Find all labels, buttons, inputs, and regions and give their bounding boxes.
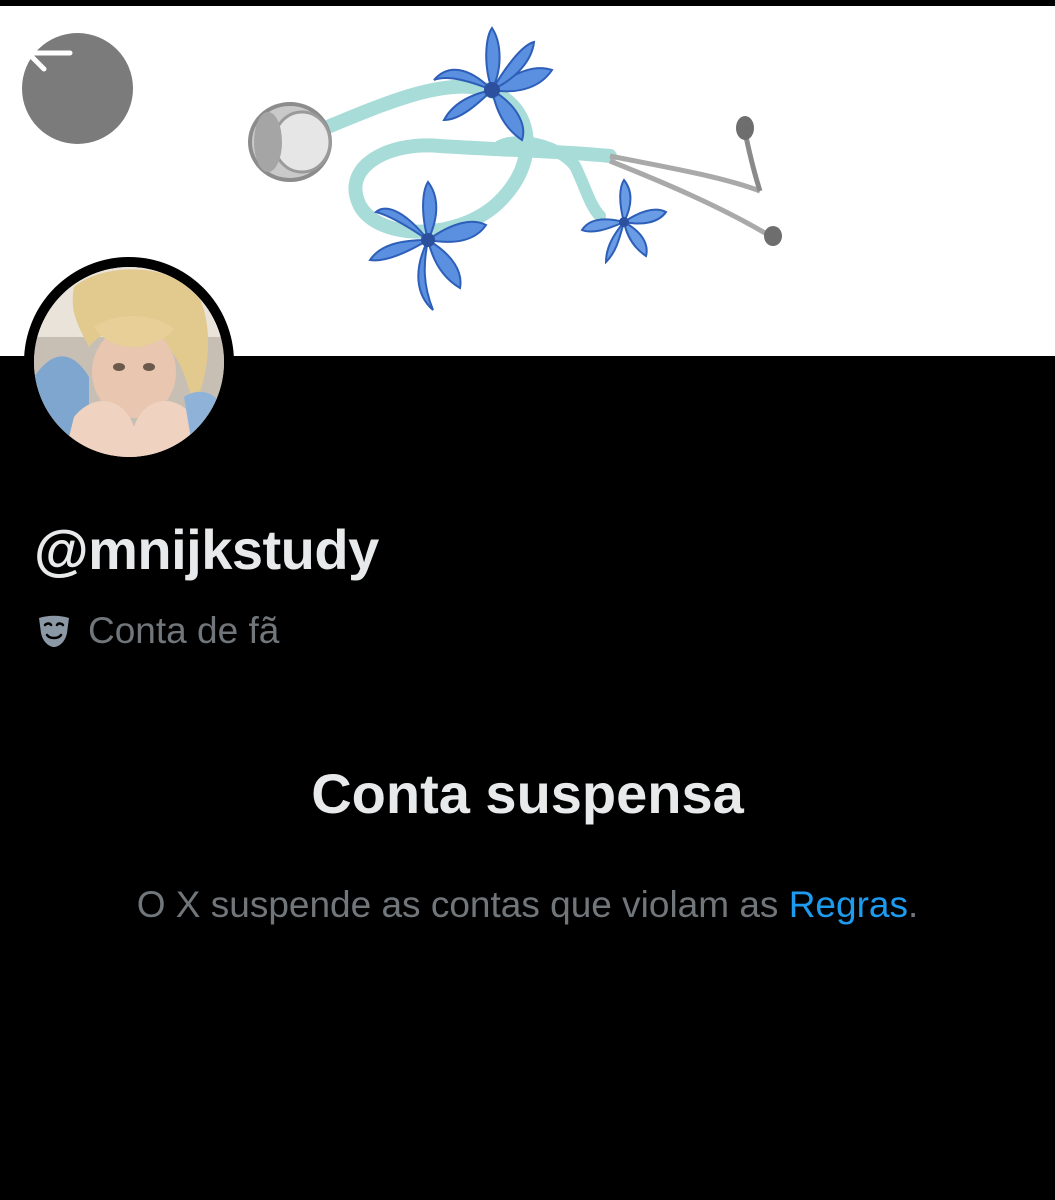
suspended-message-suffix: . — [907, 884, 919, 925]
profile-handle: @mnijkstudy — [34, 518, 379, 581]
theater-masks-icon — [39, 615, 69, 647]
account-type: Conta de fã — [36, 608, 279, 654]
account-type-label: Conta de fã — [88, 610, 280, 651]
suspended-message: O X suspende as contas que violam as Reg… — [0, 880, 1055, 930]
arrow-left-icon — [25, 34, 73, 72]
avatar-image — [34, 267, 224, 457]
suspended-title: Conta suspensa — [311, 762, 744, 825]
avatar[interactable] — [24, 257, 234, 467]
rules-link[interactable]: Regras — [789, 884, 908, 925]
back-button[interactable] — [22, 33, 133, 144]
suspended-message-prefix: O X suspende as contas que violam as — [136, 884, 789, 925]
